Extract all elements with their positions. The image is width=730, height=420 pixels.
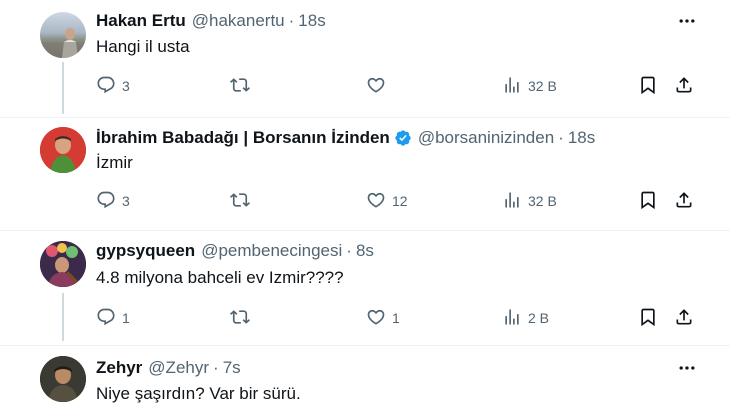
- reply-button[interactable]: 3: [96, 75, 130, 97]
- bookmark-icon: [638, 75, 658, 98]
- bookmark-button[interactable]: [638, 190, 658, 212]
- tweet[interactable]: İbrahim Babadağı | Borsanın İzinden @bor…: [0, 118, 730, 236]
- display-name[interactable]: Zehyr: [96, 358, 142, 378]
- share-icon: [674, 190, 694, 213]
- tweet-header: gypsyqueen @pembenecingesi · 8s: [96, 240, 374, 262]
- separator-dot: ·: [346, 241, 352, 260]
- share-button[interactable]: [674, 75, 694, 97]
- retweet-button[interactable]: [230, 307, 256, 329]
- bookmark-button[interactable]: [638, 75, 658, 97]
- retweet-icon: [230, 75, 250, 98]
- action-bar: 3 32 B: [96, 75, 696, 97]
- timestamp[interactable]: 18s: [568, 128, 595, 148]
- reply-icon: [96, 190, 116, 213]
- action-bar: 3 12 32 B: [96, 190, 696, 212]
- separator-dot: ·: [213, 358, 219, 377]
- bookmark-icon: [638, 190, 658, 213]
- reply-count: 3: [122, 78, 130, 94]
- share-button[interactable]: [674, 190, 694, 212]
- share-button[interactable]: [674, 307, 694, 329]
- views-icon: [502, 307, 522, 330]
- username[interactable]: @borsaninizinden: [418, 128, 554, 148]
- like-count: 12: [392, 193, 408, 209]
- views-button[interactable]: 32 B: [502, 75, 557, 97]
- tweet[interactable]: Zehyr @Zehyr · 7s Niye şaşırdın? Var bir…: [0, 346, 730, 420]
- more-icon[interactable]: [676, 357, 698, 379]
- retweet-icon: [230, 307, 250, 330]
- like-icon: [366, 190, 386, 213]
- display-name[interactable]: gypsyqueen: [96, 241, 195, 261]
- like-button[interactable]: 1: [366, 307, 400, 329]
- display-name[interactable]: İbrahim Babadağı | Borsanın İzinden: [96, 128, 390, 148]
- share-icon: [674, 75, 694, 98]
- like-icon: [366, 75, 386, 98]
- tweet-header: İbrahim Babadağı | Borsanın İzinden @bor…: [96, 127, 595, 149]
- display-name[interactable]: Hakan Ertu: [96, 11, 186, 31]
- views-button[interactable]: 32 B: [502, 190, 557, 212]
- tweet[interactable]: gypsyqueen @pembenecingesi · 8s 4.8 mily…: [0, 231, 730, 345]
- tweet-text: Hangi il usta: [96, 37, 190, 56]
- views-icon: [502, 75, 522, 98]
- reply-icon: [96, 307, 116, 330]
- avatar[interactable]: [40, 127, 86, 173]
- retweet-icon: [230, 190, 250, 213]
- tweet-text: Niye şaşırdın? Var bir sürü.: [96, 384, 301, 403]
- reply-button[interactable]: 3: [96, 190, 130, 212]
- views-button[interactable]: 2 B: [502, 307, 549, 329]
- separator-dot: ·: [288, 11, 295, 30]
- views-icon: [502, 190, 522, 213]
- avatar[interactable]: [40, 241, 86, 287]
- retweet-button[interactable]: [230, 75, 256, 97]
- view-count: 32 B: [528, 78, 557, 94]
- more-icon[interactable]: [676, 10, 698, 32]
- tweet-header: Zehyr @Zehyr · 7s: [96, 357, 241, 379]
- username[interactable]: @Zehyr: [148, 358, 209, 378]
- like-button[interactable]: 12: [366, 190, 408, 212]
- reply-button[interactable]: 1: [96, 307, 130, 329]
- thread-line: [62, 293, 64, 341]
- avatar[interactable]: [40, 12, 86, 58]
- timestamp[interactable]: 18s: [298, 11, 325, 31]
- reply-icon: [96, 75, 116, 98]
- share-icon: [674, 307, 694, 330]
- verified-badge-icon: [394, 129, 412, 147]
- bookmark-button[interactable]: [638, 307, 658, 329]
- like-count: 1: [392, 310, 400, 326]
- thread-line: [62, 62, 64, 114]
- tweet-text: 4.8 milyona bahceli ev Izmir????: [96, 268, 344, 287]
- tweet-header: Hakan Ertu @hakanertu · 18s: [96, 10, 326, 32]
- retweet-button[interactable]: [230, 190, 256, 212]
- action-bar: 1 1 2 B: [96, 307, 696, 329]
- view-count: 32 B: [528, 193, 557, 209]
- username[interactable]: @pembenecingesi: [201, 241, 342, 261]
- username[interactable]: @hakanertu: [192, 11, 285, 31]
- timestamp[interactable]: 8s: [356, 241, 374, 261]
- like-button[interactable]: [366, 75, 392, 97]
- like-icon: [366, 307, 386, 330]
- tweet[interactable]: Hakan Ertu @hakanertu · 18s Hangi il ust…: [0, 0, 730, 118]
- bookmark-icon: [638, 307, 658, 330]
- timestamp[interactable]: 7s: [223, 358, 241, 378]
- tweet-text: İzmir: [96, 153, 133, 172]
- separator-dot: ·: [558, 128, 564, 147]
- reply-count: 1: [122, 310, 130, 326]
- view-count: 2 B: [528, 310, 550, 326]
- avatar[interactable]: [40, 356, 86, 402]
- reply-count: 3: [122, 193, 130, 209]
